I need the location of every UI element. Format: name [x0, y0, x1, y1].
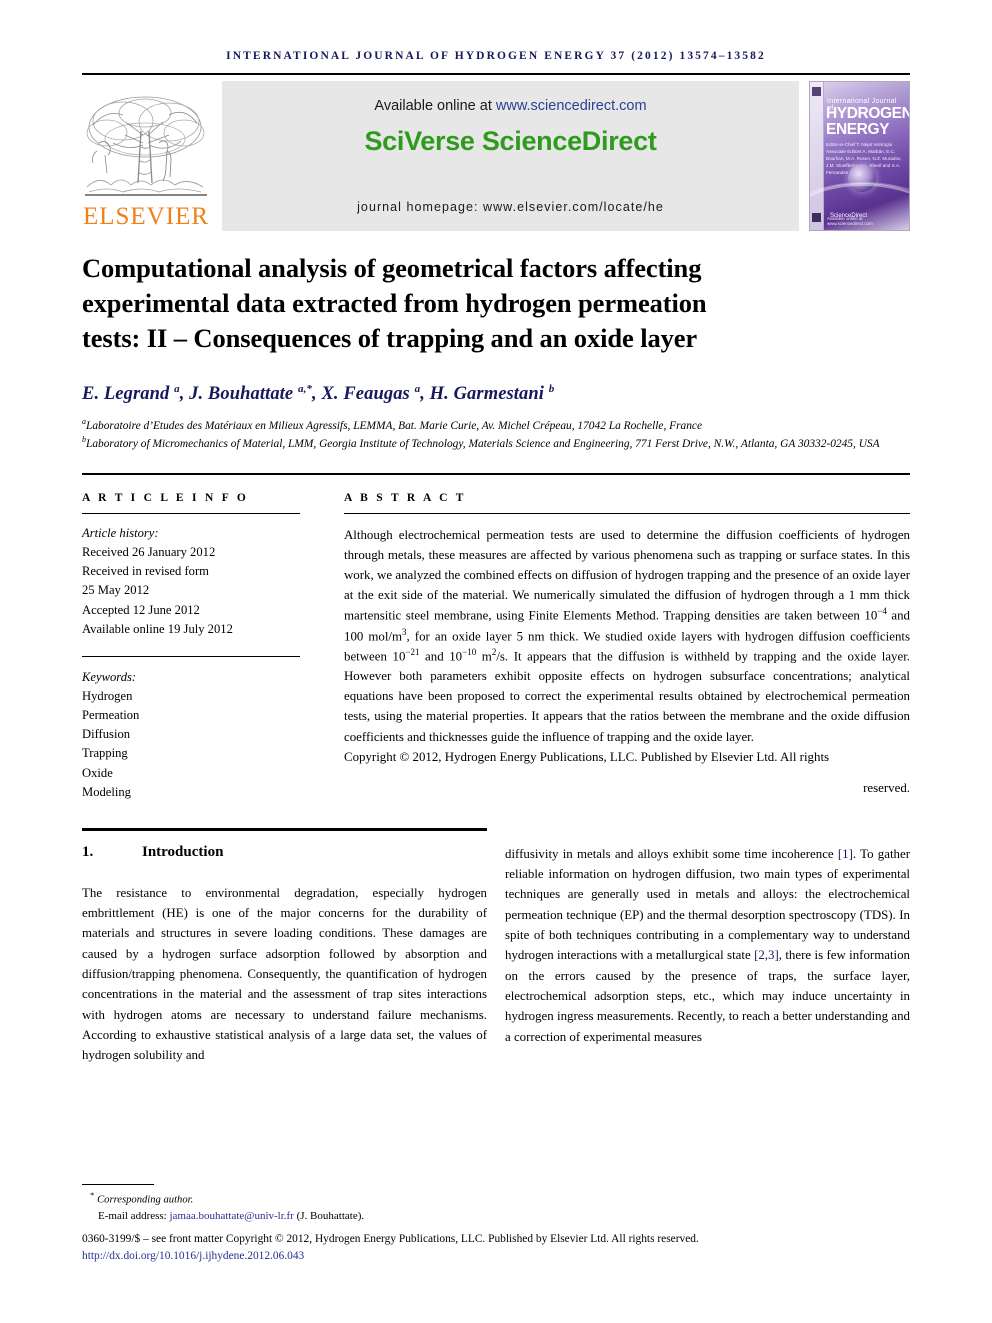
elsevier-wordmark: ELSEVIER	[82, 203, 210, 230]
email-link[interactable]: jamaa.bouhattate@univ-lr.fr	[169, 1210, 293, 1222]
abstract-part-4: and 10	[419, 649, 463, 664]
keyword-item: Modeling	[82, 784, 131, 799]
abstract-part-1: Although electrochemical permeation test…	[344, 527, 910, 623]
corresponding-author-marker: *	[90, 1190, 95, 1201]
keyword-item: Diffusion	[82, 727, 131, 742]
introduction-section-number: 1.	[82, 843, 94, 860]
masthead: ELSEVIER Available online at www.science…	[82, 81, 910, 231]
body-rule-wrapper	[82, 827, 910, 832]
email-suffix: (J. Bouhattate).	[293, 1210, 365, 1223]
cover-title-line2: ENERGY	[826, 120, 890, 138]
available-online-line: Available online at www.sciencedirect.co…	[374, 98, 646, 114]
right-part-3: , there is few information on the errors…	[505, 948, 910, 1044]
page-footer: * Corresponding author. E-mail address: …	[82, 1184, 910, 1265]
email-line: E-mail address: jamaa.bouhattate@univ-lr…	[82, 1208, 910, 1225]
keywords-list: Keywords: Hydrogen Permeation Diffusion …	[82, 668, 300, 802]
abstract-copyright-last: reserved.	[863, 780, 910, 795]
abstract-rule	[344, 512, 910, 514]
sciverse-sciencedirect-logo: SciVerse ScienceDirect	[364, 126, 657, 156]
affiliations: aLaboratoire d’Etudes des Matériaux en M…	[82, 416, 910, 453]
citation-ref-1[interactable]: [1]	[838, 847, 853, 861]
abstract-sup-3: −21	[405, 646, 420, 657]
keyword-item: Trapping	[82, 746, 128, 761]
history-item: Received in revised form	[82, 564, 209, 579]
affiliation-b: bLaboratory of Micromechanics of Materia…	[82, 434, 910, 453]
issn-copyright-line: 0360-3199/$ – see front matter Copyright…	[82, 1232, 699, 1245]
article-info-heading: A R T I C L E I N F O	[82, 491, 249, 504]
sciencedirect-url-link[interactable]: www.sciencedirect.com	[496, 98, 647, 114]
abstract-sup-4: −10	[462, 646, 477, 657]
abstract-text: Although electrochemical permeation test…	[344, 525, 910, 747]
journal-homepage-link[interactable]: journal homepage: www.elsevier.com/locat…	[357, 200, 664, 214]
right-part-1: diffusivity in metals and alloys exhibit…	[505, 846, 838, 861]
cover-bottom-note: Available online at www.sciencedirect.co…	[827, 216, 873, 226]
abstract-copyright: Copyright © 2012, Hydrogen Energy Public…	[344, 749, 830, 764]
introduction-rule	[82, 827, 487, 831]
abstract-heading: A B S T R A C T	[344, 491, 467, 504]
info-abstract-block: A R T I C L E I N F O Article history: R…	[82, 492, 910, 802]
journal-article-page: INTERNATIONAL JOURNAL OF HYDROGEN ENERGY…	[0, 0, 992, 1323]
abstract-part-6: /s. It appears that the diffusion is wit…	[344, 649, 911, 744]
article-info-column: A R T I C L E I N F O Article history: R…	[82, 492, 300, 802]
keyword-item: Oxide	[82, 765, 113, 780]
introduction-paragraph-left: The resistance to environmental degradat…	[82, 885, 487, 1063]
available-online-text: Available online at	[374, 98, 496, 114]
title-line-2: experimental data extracted from hydroge…	[82, 288, 707, 319]
author-list: E. Legrand a, J. Bouhattate a,*, X. Feau…	[82, 382, 555, 404]
info-section-rule	[82, 472, 910, 475]
history-item: 25 May 2012	[82, 583, 150, 598]
affiliation-a: aLaboratoire d’Etudes des Matériaux en M…	[82, 416, 910, 435]
affiliation-a-text: Laboratoire d’Etudes des Matériaux en Mi…	[86, 419, 703, 432]
corresponding-author-note: * Corresponding author.	[82, 1189, 910, 1208]
body-columns: 1. Introduction The resistance to enviro…	[82, 844, 910, 1066]
body-column-right: diffusivity in metals and alloys exhibit…	[505, 844, 910, 1066]
article-history: Article history: Received 26 January 201…	[82, 524, 300, 639]
history-item: Available online 19 July 2012	[82, 621, 233, 636]
abstract-part-5: m	[476, 649, 492, 664]
keywords-label: Keywords:	[82, 669, 137, 684]
cover-title-line1: HYDROGEN	[826, 105, 910, 122]
right-part-2: . To gather reliable information on hydr…	[505, 846, 910, 963]
abstract-column: A B S T R A C T Although electrochemical…	[344, 492, 910, 802]
title-line-1: Computational analysis of geometrical fa…	[82, 253, 702, 283]
elsevier-tree-icon	[85, 96, 207, 196]
journal-cover-thumbnail: International Journal of HYDROGEN ENERGY …	[809, 81, 910, 231]
keyword-item: Hydrogen	[82, 688, 133, 703]
article-history-label: Article history:	[82, 525, 159, 540]
sciencedirect-banner: Available online at www.sciencedirect.co…	[222, 81, 799, 231]
abstract-sup-1: −4	[877, 606, 887, 617]
article-title: Computational analysis of geometrical fa…	[82, 251, 910, 357]
keyword-item: Permeation	[82, 708, 140, 723]
introduction-heading: 1. Introduction	[82, 844, 487, 861]
keywords-rule	[82, 655, 300, 657]
cover-journal-title: HYDROGEN ENERGY	[826, 105, 910, 138]
title-line-3: tests: II – Consequences of trapping and…	[82, 323, 698, 354]
introduction-section-title: Introduction	[142, 843, 224, 860]
elsevier-logo: ELSEVIER	[82, 81, 210, 231]
footnote-rule	[82, 1184, 154, 1186]
cover-spine-logo-top-icon	[812, 87, 821, 96]
doi-link[interactable]: http://dx.doi.org/10.1016/j.ijhydene.201…	[82, 1248, 910, 1265]
history-item: Accepted 12 June 2012	[82, 602, 200, 617]
history-item: Received 26 January 2012	[82, 545, 216, 560]
introduction-paragraph-right: diffusivity in metals and alloys exhibit…	[505, 844, 910, 1047]
affiliation-b-text: Laboratory of Micromechanics of Material…	[86, 438, 880, 451]
article-info-rule	[82, 512, 300, 514]
running-head: INTERNATIONAL JOURNAL OF HYDROGEN ENERGY…	[226, 50, 766, 62]
citation-ref-2[interactable]: [2,3]	[754, 948, 779, 962]
body-column-left: 1. Introduction The resistance to enviro…	[82, 844, 487, 1066]
email-label: E-mail address:	[98, 1210, 170, 1223]
running-head-rule	[82, 73, 910, 75]
corresponding-author-text: Corresponding author.	[97, 1194, 194, 1206]
